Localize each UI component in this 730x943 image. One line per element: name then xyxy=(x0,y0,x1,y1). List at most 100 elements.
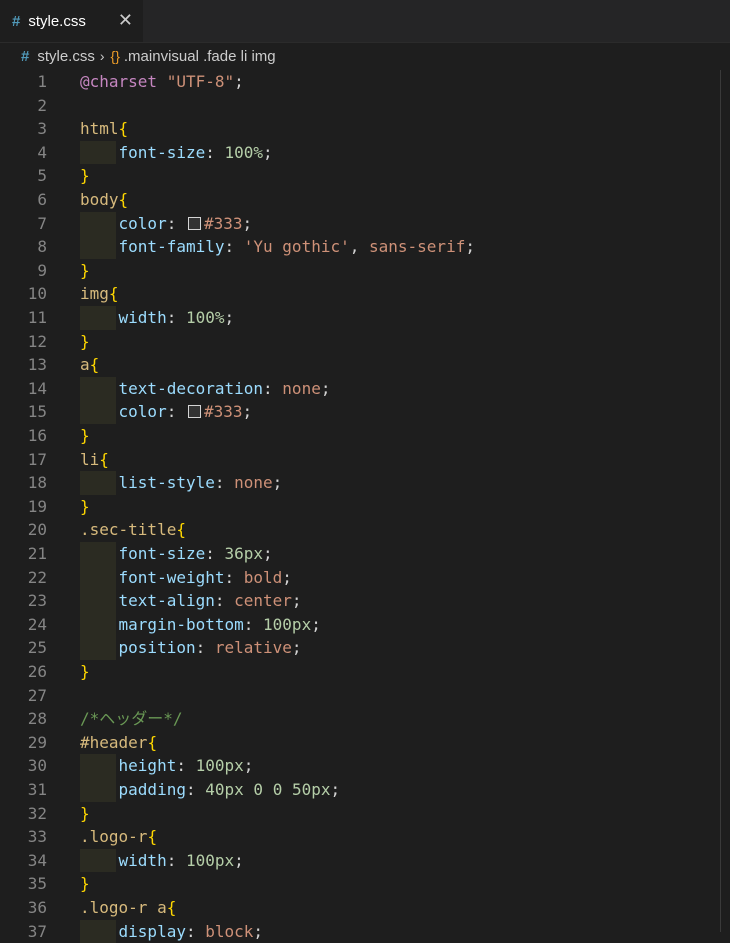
breadcrumb-symbol[interactable]: .mainvisual .fade li img xyxy=(124,48,276,65)
code-line[interactable]: 10 img{ xyxy=(0,282,730,306)
code-line[interactable]: 8 font-family: 'Yu gothic', sans-serif; xyxy=(0,235,730,259)
code-token: font-weight xyxy=(118,567,225,587)
close-icon[interactable]: ✕ xyxy=(118,10,133,30)
code-token: ; xyxy=(291,591,302,611)
code-token: ; xyxy=(263,544,273,563)
line-number: 1 xyxy=(37,72,47,91)
code-token: ; xyxy=(234,72,244,91)
code-line[interactable]: 23 text-align: center; xyxy=(0,589,730,613)
code-token: position xyxy=(118,638,196,658)
code-line[interactable]: 3 html{ xyxy=(0,117,730,141)
code-line[interactable]: 32} xyxy=(0,802,730,826)
code-line[interactable]: 13 a{ xyxy=(0,353,730,377)
code-line[interactable]: 15 color: #333; xyxy=(0,400,730,424)
code-text: li{ xyxy=(80,448,109,472)
code-line[interactable]: 36 .logo-r a{ xyxy=(0,896,730,920)
code-line[interactable]: 5} xyxy=(0,164,730,188)
code-token: li xyxy=(80,449,100,469)
code-line[interactable]: 35} xyxy=(0,872,730,896)
symbol-class-icon: {} xyxy=(110,48,120,64)
code-token: { xyxy=(108,284,119,304)
code-text: text-decoration: none; xyxy=(80,377,331,401)
breadcrumb: # style.css › {} .mainvisual .fade li im… xyxy=(0,44,730,68)
code-line[interactable]: 20 .sec-title{ xyxy=(0,518,730,542)
line-number: 5 xyxy=(37,166,47,186)
code-line[interactable]: 24 margin-bottom: 100px; xyxy=(0,612,730,637)
code-token: : xyxy=(205,544,225,563)
code-token: padding xyxy=(118,780,186,799)
code-line[interactable]: 25 position: relative; xyxy=(0,636,730,660)
code-line[interactable]: 18 list-style: none; xyxy=(0,471,730,495)
tab-bar: # style.css ✕ xyxy=(0,0,730,43)
code-line[interactable]: 17 li{ xyxy=(0,448,730,472)
code-token: { xyxy=(166,898,177,917)
code-text: font-weight: bold; xyxy=(80,566,292,590)
code-token: 100% xyxy=(224,142,264,162)
code-line[interactable]: 30 height: 100px; xyxy=(0,754,730,778)
code-text: @charset "UTF-8"; xyxy=(80,70,244,94)
code-token: .logo-r xyxy=(80,827,148,847)
code-line[interactable]: 33 .logo-r{ xyxy=(0,825,730,849)
line-number: 11 xyxy=(27,308,47,327)
code-line[interactable]: 12} xyxy=(0,330,730,354)
code-line[interactable]: 2 xyxy=(0,94,730,118)
code-token: , xyxy=(349,237,369,257)
tab-style-css[interactable]: # style.css ✕ xyxy=(0,0,143,42)
code-line[interactable]: 19} xyxy=(0,495,730,519)
code-editor[interactable]: 1 @charset "UTF-8"; 2 3 html{4 font-size: 10… xyxy=(0,70,730,943)
code-token: text-decoration xyxy=(118,378,264,398)
code-line[interactable]: 29 #header{ xyxy=(0,731,730,755)
code-line[interactable]: 21 font-size: 36px; xyxy=(0,542,730,566)
code-line[interactable]: 26} xyxy=(0,660,730,684)
color-swatch[interactable] xyxy=(187,216,201,230)
line-number: 17 xyxy=(27,449,47,469)
code-token: ; xyxy=(243,756,254,776)
line-number: 18 xyxy=(27,473,47,493)
code-line[interactable]: 16} xyxy=(0,424,730,448)
breadcrumb-file[interactable]: style.css xyxy=(37,48,95,65)
code-token: { xyxy=(176,520,186,540)
code-line[interactable]: 11 width: 100%; xyxy=(0,306,730,330)
code-text: .logo-r{ xyxy=(80,825,157,849)
line-number: 35 xyxy=(27,874,47,894)
code-line[interactable]: 6 body{ xyxy=(0,188,730,212)
code-token: height xyxy=(118,756,177,776)
code-text: #header{ xyxy=(80,731,157,755)
code-text: font-family: 'Yu gothic', sans-serif; xyxy=(80,235,475,259)
code-line[interactable]: 1 @charset "UTF-8"; xyxy=(0,70,730,94)
code-text: } xyxy=(80,660,90,684)
code-token: : xyxy=(214,591,235,611)
code-line[interactable]: 28 /*ヘッダー*/ xyxy=(0,707,730,731)
code-token: : xyxy=(195,638,215,658)
code-token: bold xyxy=(243,567,283,587)
code-line[interactable]: 22 font-weight: bold; xyxy=(0,565,730,590)
code-token: 0 xyxy=(272,780,283,799)
code-line[interactable]: 7 color: #333; xyxy=(0,211,730,236)
code-line[interactable]: 4 font-size: 100%; xyxy=(0,140,730,165)
line-number: 3 xyxy=(37,119,47,139)
code-token: { xyxy=(118,119,129,139)
scrollbar-track[interactable] xyxy=(720,70,721,932)
code-token: } xyxy=(80,260,90,280)
line-number: 34 xyxy=(27,850,47,870)
tab-label: style.css xyxy=(28,12,86,30)
code-line[interactable]: 37 display: block; xyxy=(0,919,730,943)
color-swatch[interactable] xyxy=(187,405,201,419)
code-line[interactable]: 31 padding: 40px 0 0 50px; xyxy=(0,778,730,802)
line-number: 2 xyxy=(37,95,47,115)
line-number: 9 xyxy=(37,260,47,280)
line-number: 12 xyxy=(27,331,47,351)
code-token: ; xyxy=(242,402,253,422)
code-line[interactable]: 9} xyxy=(0,259,730,283)
code-line[interactable]: 34 width: 100px; xyxy=(0,848,730,873)
code-line[interactable]: 14 text-decoration: none; xyxy=(0,376,730,401)
code-line[interactable]: 27 xyxy=(0,684,730,708)
code-token: ; xyxy=(272,473,283,493)
code-token: 50px xyxy=(291,780,331,799)
line-number: 32 xyxy=(27,803,47,823)
